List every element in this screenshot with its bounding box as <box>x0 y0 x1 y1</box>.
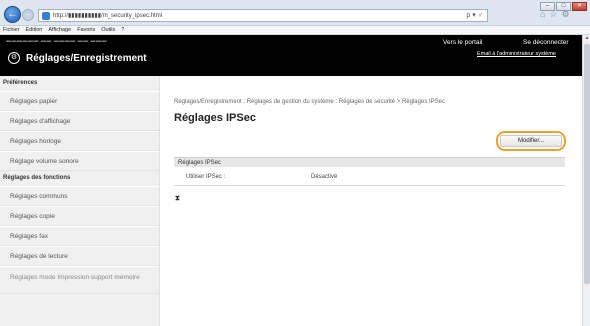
close-button[interactable]: ✕ <box>572 2 587 11</box>
gear-icon[interactable]: ⚙ <box>562 9 570 20</box>
breadcrumb: Réglages/Enregistrement : Réglages de ge… <box>174 99 445 105</box>
sidebar: Préférences Réglages papier Réglages d'a… <box>0 76 160 326</box>
back-to-top-icon[interactable]: ⧗ <box>175 195 180 203</box>
settings-icon: ⚙ <box>8 52 20 64</box>
admin-email-link[interactable]: Email à l'administrateur système <box>477 51 556 57</box>
back-button[interactable]: ← <box>4 6 21 23</box>
menu-item-outils[interactable]: Outils <box>98 26 118 33</box>
scrollbar[interactable]: ▲ <box>582 35 590 326</box>
sidebar-item-paper[interactable]: Réglages papier <box>0 91 159 111</box>
sidebar-item-volume[interactable]: Réglage volume sonore <box>0 151 159 171</box>
sidebar-section-functions: Réglages des fonctions <box>3 175 71 181</box>
search-icon[interactable]: ρ ▾ ♂ <box>466 11 483 19</box>
sidebar-item-clock[interactable]: Réglages horloge <box>0 131 159 151</box>
page-icon <box>42 12 50 20</box>
menu-item-fichier[interactable]: Fichier <box>0 26 23 33</box>
scroll-up-icon[interactable]: ▲ <box>583 35 590 43</box>
sidebar-item-copy[interactable]: Réglages copie <box>0 206 159 226</box>
header-title: Réglages/Enregistrement <box>26 53 147 64</box>
row-divider <box>174 185 565 186</box>
scroll-thumb[interactable] <box>584 44 590 284</box>
sidebar-item-scan[interactable]: Réglages de lecture <box>0 246 159 266</box>
url-text[interactable]: http://▮▮▮▮▮▮▮▮▮▮/m_security_ipsec.html <box>53 12 162 19</box>
modify-button-highlight: Modifier... <box>496 131 566 151</box>
page-title: Réglages IPSec <box>174 112 256 124</box>
sidebar-section-preferences: Préférences <box>3 80 38 86</box>
sidebar-item-common[interactable]: Réglages communs <box>0 186 159 206</box>
menu-item-favoris[interactable]: Favoris <box>74 26 98 33</box>
star-icon[interactable]: ☆ <box>549 9 557 20</box>
home-icon[interactable]: ⌂ <box>540 9 545 20</box>
device-header: ▬▬▬▬▬▬ ▬▬ ▬▬▬▬ ▬▬ ▬▬▬ ⚙ Réglages/Enregis… <box>0 35 582 76</box>
browser-icons: ⌂ ☆ ⚙ <box>540 9 570 20</box>
modify-button[interactable]: Modifier... <box>500 135 562 147</box>
sidebar-item-memory-print[interactable]: Réglages mode Impression support mémoire <box>0 266 159 294</box>
menu-item-affichage[interactable]: Affichage <box>45 26 74 33</box>
address-bar[interactable]: http://▮▮▮▮▮▮▮▮▮▮/m_security_ipsec.html … <box>38 9 488 22</box>
menu-item-help[interactable]: ? <box>118 26 127 33</box>
section-header: Réglages IPSec <box>174 157 565 167</box>
menu-bar: Fichier Edition Affichage Favoris Outils? <box>0 26 590 35</box>
ipsec-enable-value: Désactivé <box>311 174 338 180</box>
logout-link[interactable]: Se déconnecter <box>523 39 569 46</box>
ipsec-enable-label: Utiliser IPSec : <box>186 174 226 180</box>
portal-link[interactable]: Vers le portail <box>443 39 482 46</box>
sidebar-item-fax[interactable]: Réglages fax <box>0 226 159 246</box>
browser-toolbar: – □ ✕ ← → http://▮▮▮▮▮▮▮▮▮▮/m_security_i… <box>0 0 590 26</box>
menu-item-edition[interactable]: Edition <box>23 26 46 33</box>
device-name: ▬▬▬▬▬▬ ▬▬ ▬▬▬▬ ▬▬ ▬▬▬ <box>6 38 108 44</box>
sidebar-item-display[interactable]: Réglages d'affichage <box>0 111 159 131</box>
forward-button[interactable]: → <box>22 9 34 21</box>
